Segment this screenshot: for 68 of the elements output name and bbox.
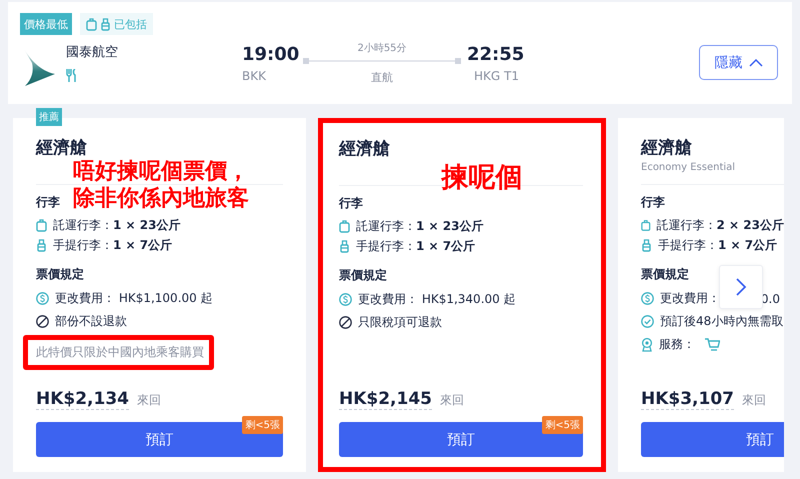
section-title: 行李 bbox=[339, 195, 363, 212]
baggage-badge: 已包括 bbox=[80, 13, 153, 35]
baggage-allowance: 手提行李：1 × 7公斤 bbox=[658, 236, 778, 254]
trip-type: 來回 bbox=[440, 392, 464, 409]
bag-icon bbox=[36, 238, 47, 252]
prohibited-icon bbox=[36, 315, 49, 328]
section-title: 行李 bbox=[641, 194, 665, 211]
trip-type: 來回 bbox=[742, 392, 766, 409]
fare-subtitle: Economy Essential bbox=[641, 162, 736, 173]
baggage-allowance: 託運行李：2 × 23公斤 bbox=[656, 216, 784, 234]
airline-logo-icon bbox=[22, 49, 56, 87]
book-button[interactable]: 預訂 bbox=[641, 422, 784, 457]
next-button[interactable] bbox=[719, 265, 763, 309]
baggage-allowance: 託運行李：1 × 23公斤 bbox=[53, 216, 180, 234]
recommended-tag: 推薦 bbox=[36, 108, 62, 126]
trip-type: 來回 bbox=[137, 392, 162, 409]
departure-time: 19:00 bbox=[242, 43, 297, 67]
annotation-text: 除非你係內地旅客 bbox=[73, 185, 249, 212]
dollar-icon bbox=[339, 293, 352, 306]
suitcase-icon bbox=[339, 220, 350, 232]
baggage-allowance: 託運行李：1 × 23公斤 bbox=[356, 218, 484, 234]
fare-title: 經濟艙 bbox=[36, 137, 88, 160]
fare-rule: 更改費用： HK$1,100.00 起 bbox=[55, 290, 213, 307]
seats-left-badge: 剩<5張 bbox=[542, 416, 583, 434]
flight-duration: 2小時55分 bbox=[357, 43, 407, 55]
fare-price: HK$3,107 bbox=[641, 389, 734, 410]
stops-label: 直航 bbox=[371, 70, 393, 85]
suitcase-icon bbox=[641, 218, 651, 232]
bag-icon bbox=[641, 238, 652, 252]
chevron-right-icon bbox=[735, 277, 747, 297]
fare-price: HK$2,145 bbox=[339, 389, 432, 410]
dollar-icon bbox=[36, 292, 49, 305]
section-title: 票價規定 bbox=[339, 267, 387, 284]
restriction-note: 此特價只限於中國內地乘客購買 bbox=[23, 335, 214, 370]
section-title: 行李 bbox=[36, 194, 60, 211]
fare-rule: 只限稅項可退款 bbox=[358, 314, 442, 331]
arrival-time: 22:55 bbox=[467, 43, 522, 67]
arrival-airport: HKG T1 bbox=[474, 69, 520, 83]
departure-airport: BKK bbox=[242, 69, 267, 83]
annotation-text: 揀呢個 bbox=[442, 161, 522, 195]
cheapest-badge: 價格最低 bbox=[20, 13, 72, 35]
suitcase-icon bbox=[86, 18, 97, 30]
fare-title: 經濟艙 bbox=[641, 137, 693, 160]
suitcase-icon bbox=[36, 218, 47, 232]
award-icon bbox=[641, 338, 653, 352]
seats-left-badge: 剩<5張 bbox=[242, 416, 283, 434]
baggage-allowance: 手提行李：1 × 7公斤 bbox=[53, 236, 172, 254]
cutlery-icon bbox=[66, 69, 78, 82]
bag-icon bbox=[100, 18, 111, 30]
section-title: 票價規定 bbox=[641, 266, 689, 283]
fare-rule: 更改費用： HK$1,340.00 起 bbox=[358, 291, 516, 308]
fare-price: HK$2,134 bbox=[36, 389, 130, 410]
chevron-up-icon bbox=[748, 58, 762, 66]
hide-button[interactable]: 隱藏 bbox=[699, 45, 778, 80]
prohibited-icon bbox=[339, 316, 352, 329]
fare-rule: 服務： bbox=[659, 336, 695, 353]
baggage-allowance: 手提行李：1 × 7公斤 bbox=[356, 238, 476, 254]
annotation-text: 唔好揀呢個票價， bbox=[73, 158, 249, 185]
section-title: 票價規定 bbox=[36, 266, 84, 283]
fare-title: 經濟艙 bbox=[339, 138, 391, 161]
dollar-icon bbox=[641, 292, 654, 305]
cart-icon bbox=[705, 338, 720, 351]
fare-rule: 部份不設退款 bbox=[55, 313, 127, 330]
fare-rule: 更改費用： bbox=[660, 290, 720, 307]
bag-icon bbox=[339, 240, 350, 252]
airline-name: 國泰航空 bbox=[66, 44, 119, 61]
check-circle-icon bbox=[641, 315, 654, 328]
fare-rule: 預訂後48小時內無需取 bbox=[660, 313, 784, 330]
